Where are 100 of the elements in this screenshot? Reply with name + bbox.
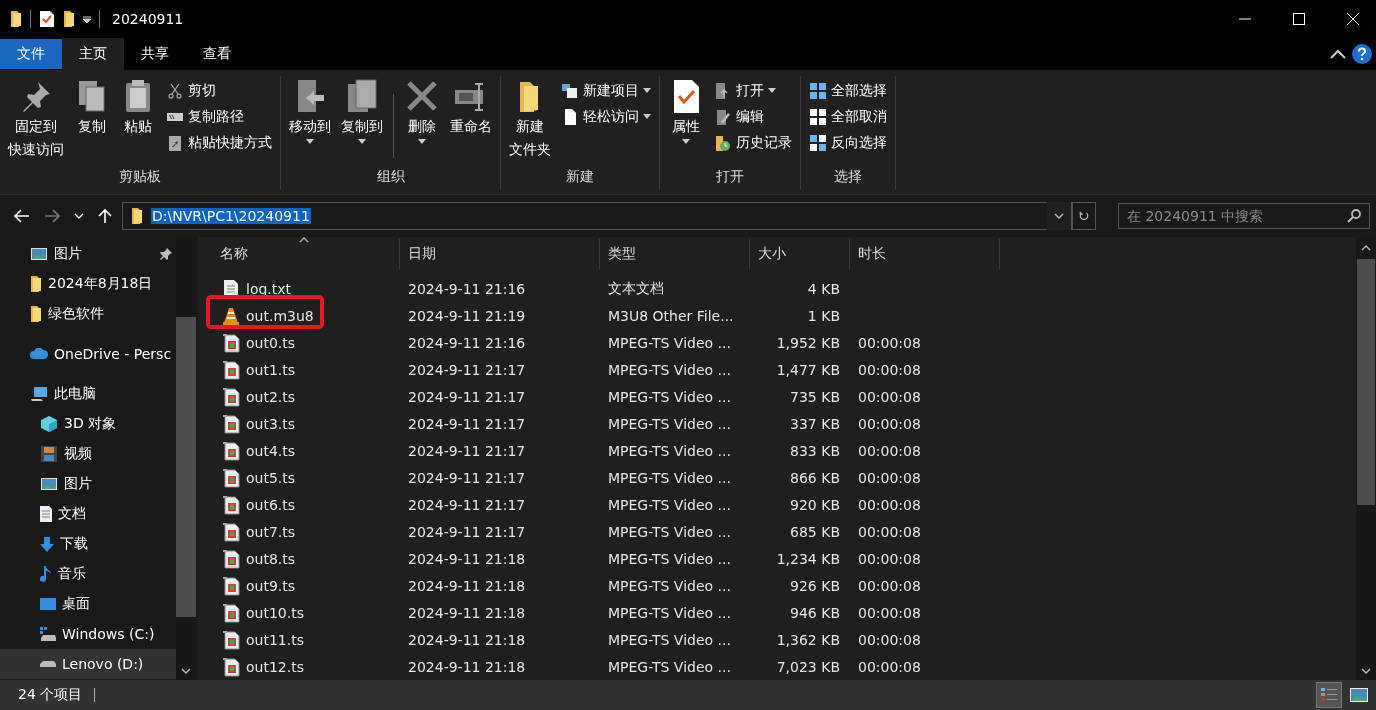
date-cell-text: 2024-9-11 21:17 [407, 361, 527, 378]
pin-icon [160, 248, 172, 260]
file-name[interactable]: out3.ts [246, 415, 296, 432]
nav-item[interactable]: 下载 [0, 529, 176, 559]
ribbon-button[interactable]: 删除 [400, 76, 444, 146]
drive-icon [40, 661, 56, 667]
date-cell-text: 2024-9-11 21:17 [407, 523, 527, 540]
help-icon[interactable] [1352, 44, 1372, 64]
up-arrow-icon [98, 208, 112, 224]
video-file-icon [222, 629, 240, 650]
file-name[interactable]: out0.ts [246, 334, 296, 351]
ribbon-button[interactable]: 轻松访问 [557, 104, 655, 129]
ribbon-button[interactable]: 复制 [70, 76, 114, 139]
date-cell-text: 2024-9-11 21:18 [407, 631, 527, 648]
type-cell-text: MPEG-TS Video ... [607, 658, 732, 675]
search-field[interactable]: 在 20240911 中搜索 [1118, 203, 1370, 229]
file-name[interactable]: out12.ts [246, 658, 304, 675]
duration-cell-text: 00:00:08 [857, 604, 922, 621]
date-cell-text: 2024-9-11 21:17 [407, 415, 527, 432]
select-all-icon [809, 81, 827, 100]
nav-item[interactable]: 2024年8月18日 [0, 269, 176, 299]
column-header[interactable]: 日期 [400, 239, 600, 269]
ribbon-button[interactable]: 粘贴 [116, 76, 160, 139]
ribbon-button[interactable]: 固定到 快速访问 [4, 76, 68, 162]
nav-item[interactable]: Windows (C:) [0, 619, 176, 649]
nav-item[interactable]: 音乐 [0, 559, 176, 589]
ribbon-button[interactable]: 新建 文件夹 [505, 76, 555, 162]
duration-cell-text: 00:00:08 [857, 361, 922, 378]
column-header[interactable]: 时长 [850, 239, 1000, 269]
maximize-icon [1293, 13, 1305, 25]
nav-item[interactable]: 文档 [0, 499, 176, 529]
picture-icon [40, 477, 58, 491]
file-name[interactable]: out8.ts [246, 550, 296, 567]
ribbon-button[interactable]: 复制到 [337, 76, 387, 146]
file-name[interactable]: out1.ts [246, 361, 296, 378]
file-name[interactable]: log.txt [246, 280, 292, 297]
column-header[interactable]: 大小 [750, 239, 850, 269]
scissors-icon [166, 81, 184, 100]
ribbon-button[interactable]: 历史记录 [710, 130, 796, 155]
file-name[interactable]: out6.ts [246, 496, 296, 513]
chevron-down-icon [1054, 213, 1064, 219]
folder-icon [30, 306, 42, 322]
file-name[interactable]: out7.ts [246, 523, 296, 540]
address-field[interactable]: D:\NVR\PC1\20240911 [122, 202, 1072, 230]
type-cell-text: MPEG-TS Video ... [607, 469, 732, 486]
nav-item[interactable]: 3D 对象 [0, 409, 176, 439]
column-header[interactable]: 类型 [600, 239, 750, 269]
ribbon-tab[interactable]: 查看 [186, 38, 248, 70]
item-count: 24 个项目 [18, 686, 83, 704]
ribbon-button[interactable]: 全部取消 [805, 104, 891, 129]
video-file-icon [222, 467, 240, 488]
refresh-button[interactable] [1072, 202, 1096, 230]
shortcut-icon [166, 133, 184, 152]
video-file-icon [222, 359, 240, 380]
date-cell-text: 2024-9-11 21:16 [407, 334, 527, 351]
ribbon-button[interactable]: 复制路径 [162, 104, 276, 129]
nav-item[interactable]: 图片 [0, 469, 176, 499]
file-name[interactable]: out11.ts [246, 631, 304, 648]
ribbon-button[interactable]: 剪切 [162, 78, 276, 103]
file-name[interactable]: out4.ts [246, 442, 296, 459]
nav-item[interactable]: 图片 [0, 239, 176, 269]
ribbon-tab[interactable]: 文件 [0, 39, 62, 69]
type-cell-text: MPEG-TS Video ... [607, 334, 732, 351]
dropdown-icon[interactable] [83, 15, 91, 23]
ribbon-button[interactable]: 属性 [664, 76, 708, 146]
column-header[interactable]: 名称 [198, 239, 400, 269]
ribbon-button[interactable]: 重命名 [446, 76, 496, 139]
nav-item[interactable]: 桌面 [0, 589, 176, 619]
ribbon-button[interactable]: 反向选择 [805, 130, 891, 155]
date-cell-text: 2024-9-11 21:19 [407, 307, 527, 324]
size-cell-text: 866 KB [789, 469, 841, 486]
file-name[interactable]: out10.ts [246, 604, 304, 621]
new-item-icon [561, 81, 579, 100]
ribbon-button[interactable]: 粘贴快捷方式 [162, 130, 276, 155]
ribbon-tab[interactable]: 主页 [62, 38, 124, 70]
edit-icon [714, 107, 732, 126]
desktop-icon [40, 598, 56, 610]
ribbon-button[interactable]: 编辑 [710, 104, 796, 129]
nav-item[interactable]: 此电脑 [0, 379, 176, 409]
file-name[interactable]: out.m3u8 [246, 307, 314, 324]
ribbon-button[interactable]: 移动到 [285, 76, 335, 146]
file-name[interactable]: out5.ts [246, 469, 296, 486]
date-cell-text: 2024-9-11 21:18 [407, 658, 527, 675]
file-name[interactable]: out9.ts [246, 577, 296, 594]
ribbon-button[interactable]: 全部选择 [805, 78, 891, 103]
file-name[interactable]: out2.ts [246, 388, 296, 405]
nav-item[interactable]: OneDrive - Persc [0, 339, 176, 369]
ribbon-tab[interactable]: 共享 [124, 38, 186, 70]
ribbon-button[interactable]: 新建项目 [557, 78, 655, 103]
collapse-ribbon-icon[interactable] [1330, 49, 1346, 59]
nav-item[interactable]: 绿色软件 [0, 299, 176, 329]
nav-item[interactable]: Lenovo (D:) [0, 649, 176, 679]
ribbon-button[interactable]: 打开 [710, 78, 796, 103]
duration-cell-text: 00:00:08 [857, 388, 922, 405]
nav-item[interactable]: 视频 [0, 439, 176, 469]
size-cell-text: 833 KB [789, 442, 841, 459]
folder-icon [63, 11, 75, 27]
size-cell-text: 1 KB [806, 307, 841, 324]
checklist-icon[interactable] [39, 10, 55, 28]
address-dropdown-button[interactable] [1047, 202, 1071, 230]
